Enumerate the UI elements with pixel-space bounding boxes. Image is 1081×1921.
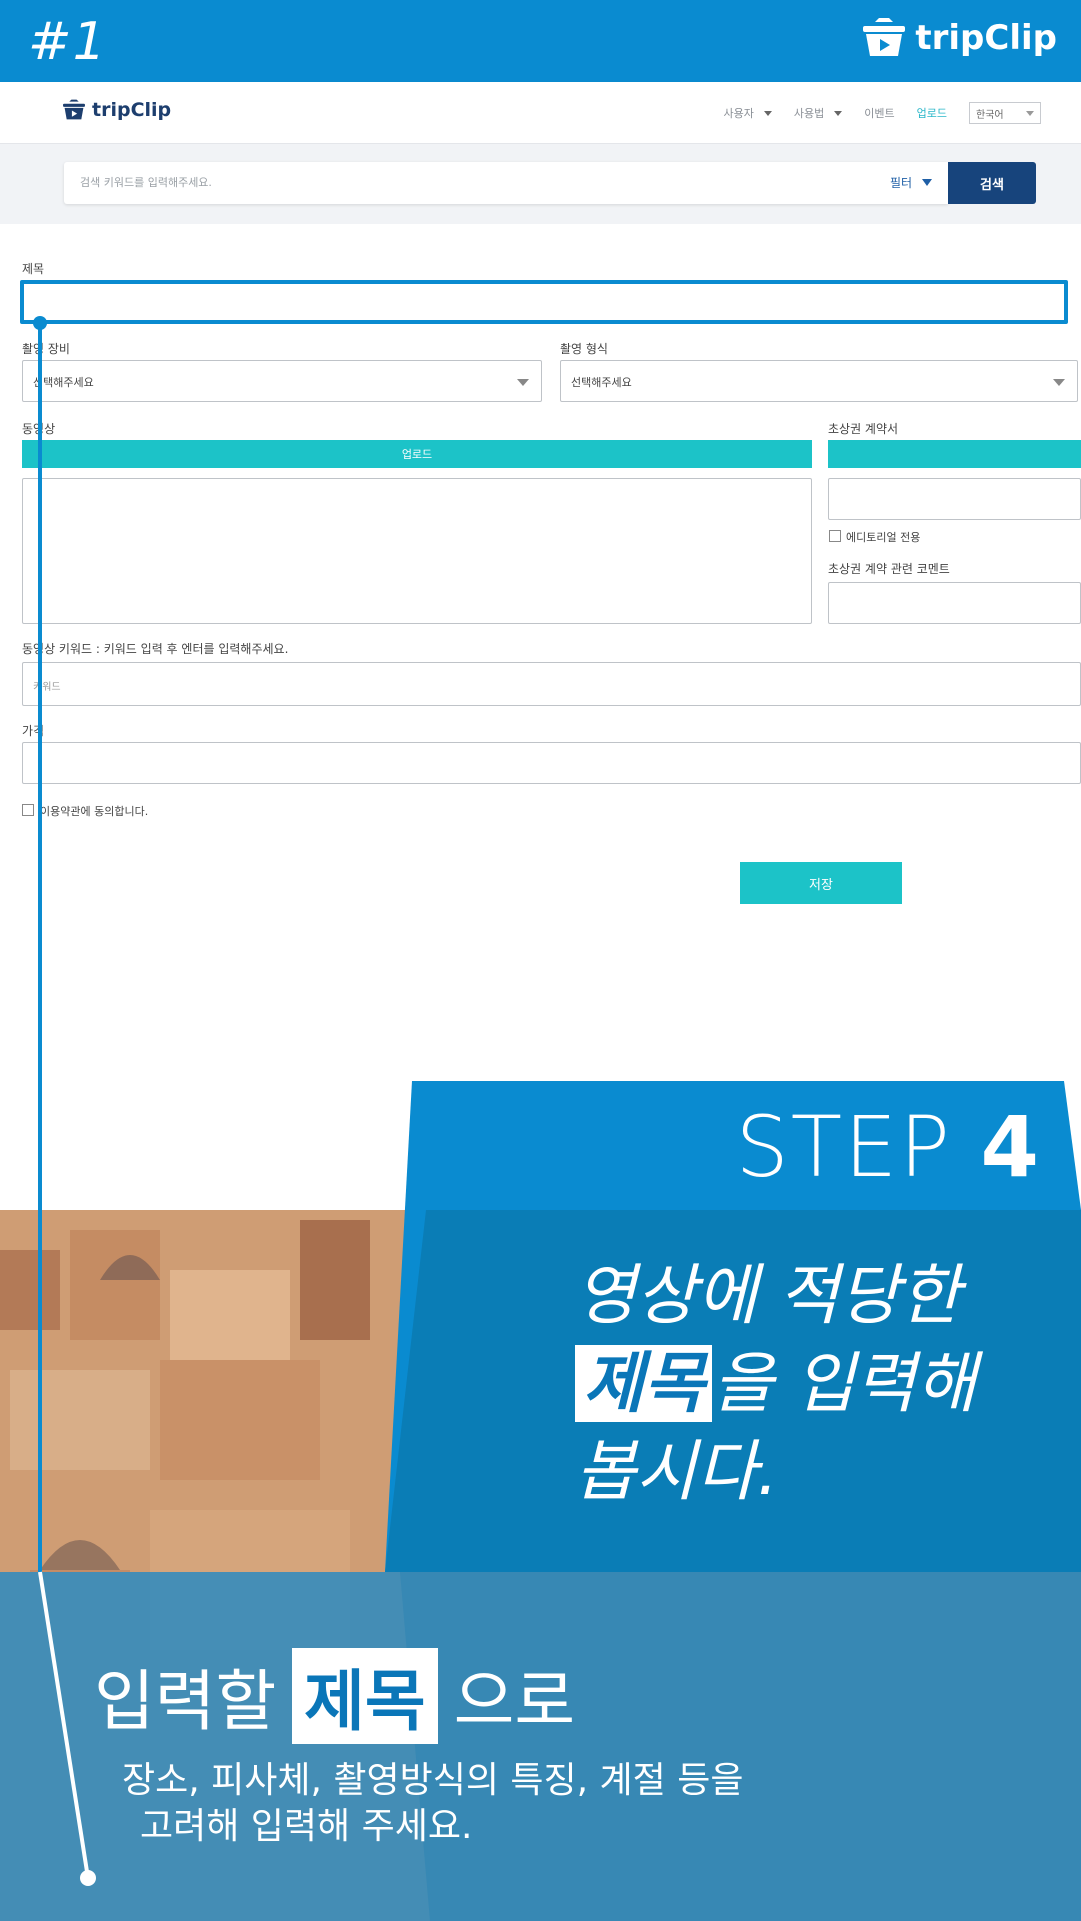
step-number: 4 [980, 1098, 1041, 1196]
callout-suffix: 으로 [453, 1663, 576, 1740]
headline-line-1: 영상에 적당한 [575, 1257, 961, 1334]
headline-line-3: 봅시다. [575, 1433, 779, 1510]
callout-body: 장소, 피사체, 촬영방식의 특징, 계절 등을 고려해 입력해 주세요. [122, 1758, 743, 1850]
step-heading: STEP 4 [735, 1098, 1041, 1196]
callout-heading: 입력할 제목 으로 [94, 1648, 575, 1744]
headline-highlight: 제목 [575, 1345, 713, 1422]
headline-line-2: 을 입력해 [712, 1345, 977, 1422]
step-word: STEP [735, 1098, 952, 1196]
callout-prefix: 입력할 [94, 1663, 277, 1740]
callout-body-line-1: 장소, 피사체, 촬영방식의 특징, 계절 등을 [122, 1760, 744, 1801]
headline: 영상에 적당한 제목 을 입력해 봅시다. [575, 1252, 976, 1516]
guide-connector [33, 316, 96, 1886]
callout-body-line-2: 고려해 입력해 주세요. [140, 1806, 473, 1847]
callout-highlight: 제목 [292, 1648, 438, 1744]
